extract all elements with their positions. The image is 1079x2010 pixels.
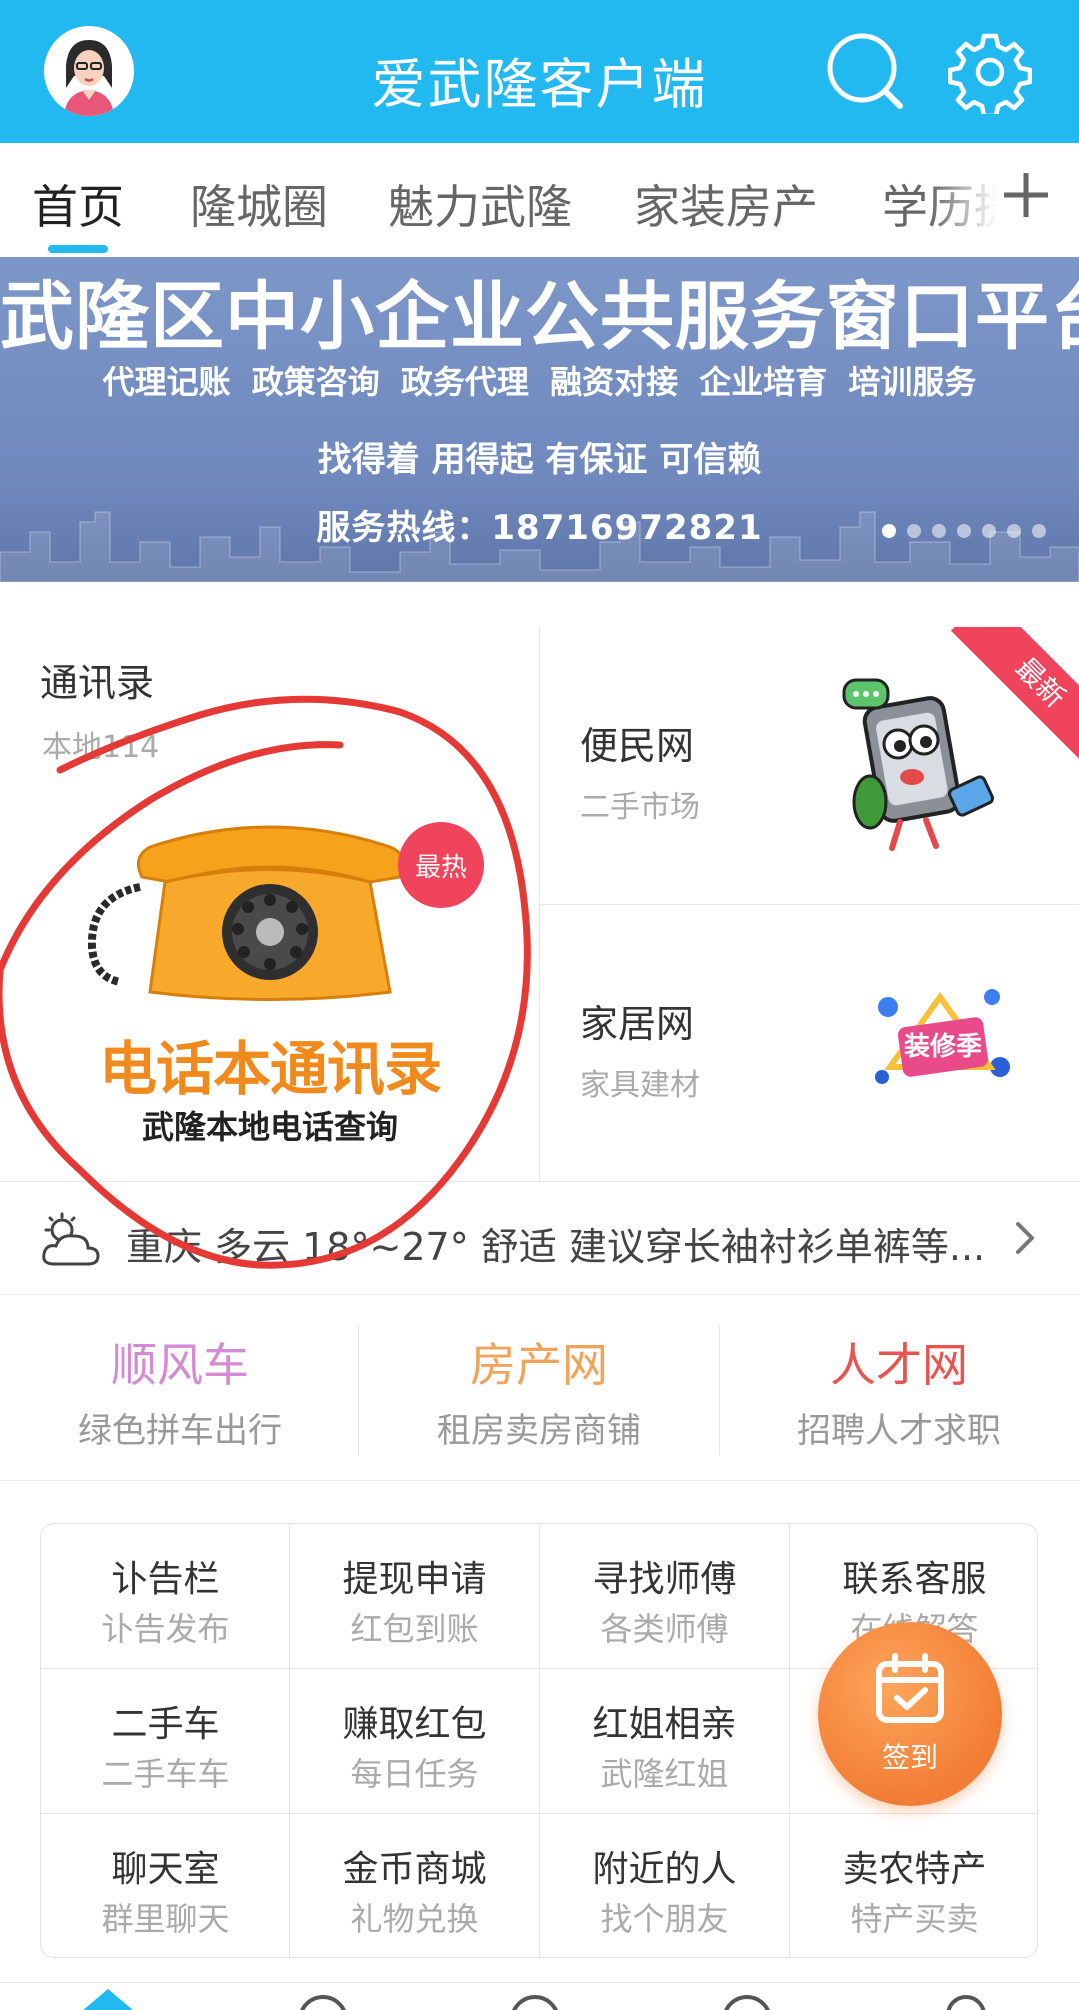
nav-icon[interactable]: [510, 1995, 560, 2010]
service-title: 聊天室: [111, 1849, 220, 1890]
tab-charm-wulong[interactable]: 魅力武隆: [388, 171, 572, 237]
service-earn-redpacket[interactable]: 赚取红包 每日任务: [290, 1669, 539, 1814]
service-local-produce[interactable]: 卖农特产 特产买卖: [790, 1814, 1037, 1957]
contacts-subtitle: 本地114: [42, 730, 160, 765]
realestate-title: 房产网: [470, 1338, 608, 1392]
phonebook-caption: 电话本通讯录: [98, 1035, 442, 1103]
service-matchmaking[interactable]: 红姐相亲 武隆红姐: [540, 1669, 789, 1814]
home-icon[interactable]: [82, 1989, 134, 2010]
app-title: 爱武隆客户端: [371, 53, 708, 116]
realestate-subtitle: 租房卖房商铺: [437, 1411, 641, 1451]
nav-icon[interactable]: [722, 1995, 772, 2010]
decoration-season-logo: 装修季: [875, 989, 1010, 1084]
nav-icon[interactable]: [298, 1995, 348, 2010]
home-title: 家居网: [580, 1002, 695, 1046]
service-title: 金币商城: [342, 1849, 487, 1890]
jobs-title: 人才网: [830, 1338, 968, 1392]
carousel-dot[interactable]: [1032, 524, 1046, 538]
carousel-dot[interactable]: [1007, 524, 1021, 538]
carpool-link[interactable]: 顺风车 绿色拼车出行: [0, 1295, 360, 1481]
service-title: 红姐相亲: [592, 1704, 737, 1745]
service-nearby-people[interactable]: 附近的人 找个朋友: [540, 1814, 789, 1957]
phone-mascot-icon: [842, 678, 994, 851]
service-subtitle: 武隆红姐: [600, 1755, 729, 1793]
feature-grid: 通讯录 本地114 最热 电话本通讯录 武隆本地电话查询 便民网 二手市场 最新: [0, 582, 1079, 1182]
carousel-dot[interactable]: [957, 524, 971, 538]
search-icon[interactable]: [824, 30, 908, 114]
service-subtitle: 特产买卖: [850, 1900, 979, 1938]
service-title: 联系客服: [842, 1559, 987, 1600]
service-subtitle: 找个朋友: [600, 1900, 729, 1938]
service-obituary[interactable]: 讣告栏 讣告发布: [41, 1524, 290, 1669]
service-find-master[interactable]: 寻找师傅 各类师傅: [540, 1524, 789, 1669]
gear-icon[interactable]: [947, 30, 1033, 119]
carousel-dot[interactable]: [907, 524, 921, 538]
carpool-title: 顺风车: [111, 1338, 249, 1392]
service-subtitle: 二手车车: [101, 1755, 230, 1793]
convenience-title: 便民网: [580, 724, 695, 768]
home-subtitle: 家具建材: [580, 1068, 700, 1103]
service-title: 二手车: [111, 1704, 220, 1745]
carpool-subtitle: 绿色拼车出行: [78, 1411, 282, 1451]
service-title: 卖农特产: [842, 1849, 987, 1890]
tab-longcheng-circle[interactable]: 隆城圈: [190, 171, 328, 237]
divider: [0, 1480, 1079, 1481]
phonebook-subcaption: 武隆本地电话查询: [141, 1108, 398, 1146]
chevron-right-icon: [1016, 1222, 1034, 1254]
service-subtitle: 各类师傅: [600, 1610, 729, 1648]
signin-button[interactable]: 签到: [818, 1622, 1002, 1806]
signin-label: 签到: [881, 1741, 938, 1774]
service-title: 附近的人: [592, 1849, 737, 1890]
service-subtitle: 每日任务: [350, 1755, 479, 1793]
service-title: 寻找师傅: [592, 1559, 737, 1600]
tab-home[interactable]: 首页: [32, 171, 124, 237]
service-title: 提现申请: [342, 1559, 487, 1600]
carousel-indicator: [882, 523, 1057, 541]
add-channel-button[interactable]: [996, 165, 1056, 225]
weather-forecast: 重庆 多云 18°~27° 舒适 建议穿长袖衬衫单裤等...: [126, 1225, 986, 1269]
convenience-subtitle: 二手市场: [580, 790, 700, 825]
channel-tabs: 首页 隆城圈 魅力武隆 家装房产 学历提: [0, 143, 1079, 257]
carousel-dot[interactable]: [882, 524, 896, 538]
promo-banner[interactable]: 武隆区中小企业公共服务窗口平台 代理记账 政策咨询 政务代理 融资对接 企业培育…: [0, 257, 1079, 582]
tab-active-indicator: [48, 245, 108, 253]
service-chatroom[interactable]: 聊天室 群里聊天: [41, 1814, 290, 1957]
decoration-season-logo-text: 装修季: [904, 1031, 982, 1062]
service-title: 赚取红包: [342, 1704, 487, 1745]
banner-title: 武隆区中小企业公共服务窗口平台: [0, 274, 1079, 360]
service-coin-mall[interactable]: 金币商城 礼物兑换: [290, 1814, 539, 1957]
quick-links: 顺风车 绿色拼车出行 房产网 租房卖房商铺 人才网 招聘人才求职: [0, 1295, 1079, 1481]
service-title: 讣告栏: [111, 1559, 220, 1600]
hot-badge: 最热: [398, 822, 484, 908]
banner-services: 代理记账 政策咨询 政务代理 融资对接 企业培育 培训服务: [102, 363, 977, 401]
jobs-link[interactable]: 人才网 招聘人才求职: [719, 1295, 1079, 1481]
jobs-subtitle: 招聘人才求职: [797, 1411, 1001, 1451]
banner-slogan: 找得着 用得起 有保证 可信赖: [317, 440, 762, 480]
realestate-link[interactable]: 房产网 租房卖房商铺: [359, 1295, 719, 1481]
profile-icon[interactable]: [946, 1995, 986, 2010]
tab-home-realestate[interactable]: 家装房产: [634, 171, 818, 237]
bottom-nav: [0, 1982, 1079, 2010]
service-subtitle: 讣告发布: [101, 1610, 230, 1648]
service-used-cars[interactable]: 二手车 二手车车: [41, 1669, 290, 1814]
calendar-check-icon: [876, 1653, 944, 1723]
service-subtitle: 礼物兑换: [350, 1900, 479, 1938]
carousel-dot[interactable]: [982, 524, 996, 538]
weather-bar[interactable]: 重庆 多云 18°~27° 舒适 建议穿长袖衬衫单裤等...: [0, 1182, 1079, 1295]
carousel-dot[interactable]: [932, 524, 946, 538]
cloud-sun-icon: [42, 1212, 100, 1266]
service-subtitle: 红包到账: [350, 1610, 479, 1648]
service-withdraw[interactable]: 提现申请 红包到账: [290, 1524, 539, 1669]
contacts-title: 通讯录: [40, 661, 155, 705]
plus-icon: [1004, 173, 1048, 217]
app-header: 爱武隆客户端: [0, 0, 1079, 143]
service-subtitle: 群里聊天: [101, 1900, 230, 1938]
